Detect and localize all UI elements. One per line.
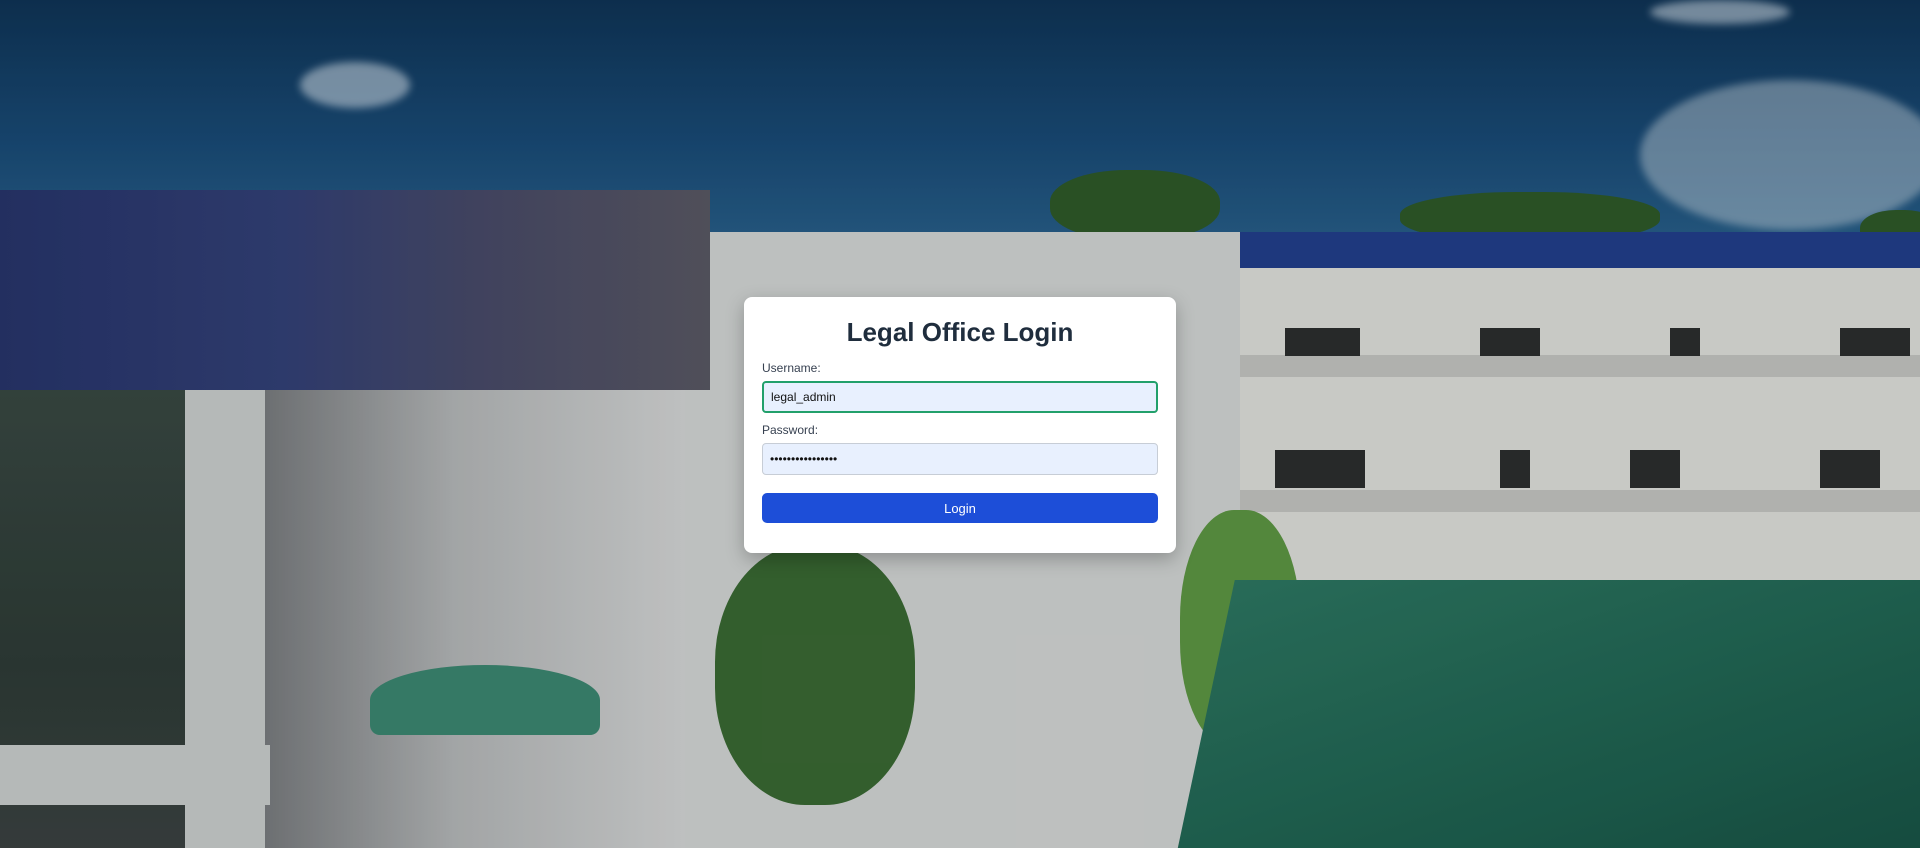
- login-button[interactable]: Login: [762, 493, 1158, 523]
- password-label: Password:: [762, 423, 819, 437]
- page-title: Legal Office Login: [846, 317, 1074, 347]
- password-input[interactable]: [762, 443, 1158, 475]
- username-label: Username:: [762, 361, 821, 375]
- username-input[interactable]: [762, 381, 1158, 413]
- login-card: Legal Office Login Username: Password: L…: [744, 297, 1176, 553]
